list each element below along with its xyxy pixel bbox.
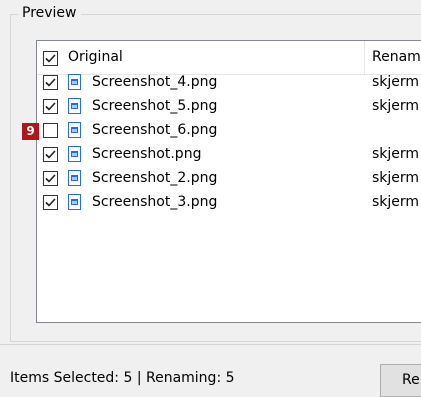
original-filename: Screenshot_2.png (92, 170, 218, 186)
column-header-original[interactable]: Original (68, 49, 123, 65)
renamed-filename: skjerm (372, 170, 420, 186)
row-checkbox[interactable] (43, 99, 58, 114)
list-header: Original Renam (37, 41, 421, 75)
image-file-icon (68, 146, 81, 162)
original-filename: Screenshot_6.png (92, 122, 218, 138)
rename-button[interactable]: Re (380, 364, 421, 397)
checkmark-icon (45, 174, 56, 183)
row-checkbox[interactable] (43, 147, 58, 162)
row-checkbox[interactable] (43, 171, 58, 186)
image-file-icon (68, 122, 81, 138)
checkmark-icon (45, 198, 56, 207)
checkmark-icon (45, 78, 56, 87)
table-row[interactable]: Screenshot_5.png skjerm (37, 96, 421, 120)
rename-button-label: Re (402, 372, 420, 388)
table-row[interactable]: Screenshot.png skjerm (37, 144, 421, 168)
renamed-filename: skjerm (372, 146, 420, 162)
column-header-renamed[interactable]: Renam (372, 49, 421, 65)
checkmark-icon (45, 102, 56, 111)
image-file-icon (68, 98, 81, 114)
table-row[interactable]: Screenshot_2.png skjerm (37, 168, 421, 192)
row-checkbox[interactable] (43, 123, 58, 138)
image-file-icon (68, 170, 81, 186)
original-filename: Screenshot_3.png (92, 194, 218, 210)
image-file-icon (68, 74, 81, 90)
checkmark-icon (45, 150, 56, 159)
column-divider[interactable] (364, 41, 365, 74)
status-bar: Items Selected: 5 | Renaming: 5 Re (0, 344, 421, 397)
original-filename: Screenshot_5.png (92, 98, 218, 114)
annotation-badge: 9 (22, 123, 39, 140)
table-row[interactable]: Screenshot_4.png skjerm (37, 72, 421, 96)
renamed-filename: skjerm (372, 194, 420, 210)
select-all-checkbox[interactable] (43, 51, 58, 66)
preview-group-title: Preview (18, 5, 81, 21)
renamed-filename: skjerm (372, 98, 420, 114)
original-filename: Screenshot_4.png (92, 74, 218, 90)
renamed-filename: skjerm (372, 74, 420, 90)
row-checkbox[interactable] (43, 195, 58, 210)
row-checkbox[interactable] (43, 75, 58, 90)
original-filename: Screenshot.png (92, 146, 202, 162)
preview-file-list[interactable]: Original Renam Screenshot_4.png skjerm S… (36, 40, 421, 323)
image-file-icon (68, 194, 81, 210)
table-row[interactable]: Screenshot_6.png (37, 120, 421, 144)
table-row[interactable]: Screenshot_3.png skjerm (37, 192, 421, 216)
checkmark-icon (45, 54, 56, 63)
status-text: Items Selected: 5 | Renaming: 5 (10, 370, 235, 386)
